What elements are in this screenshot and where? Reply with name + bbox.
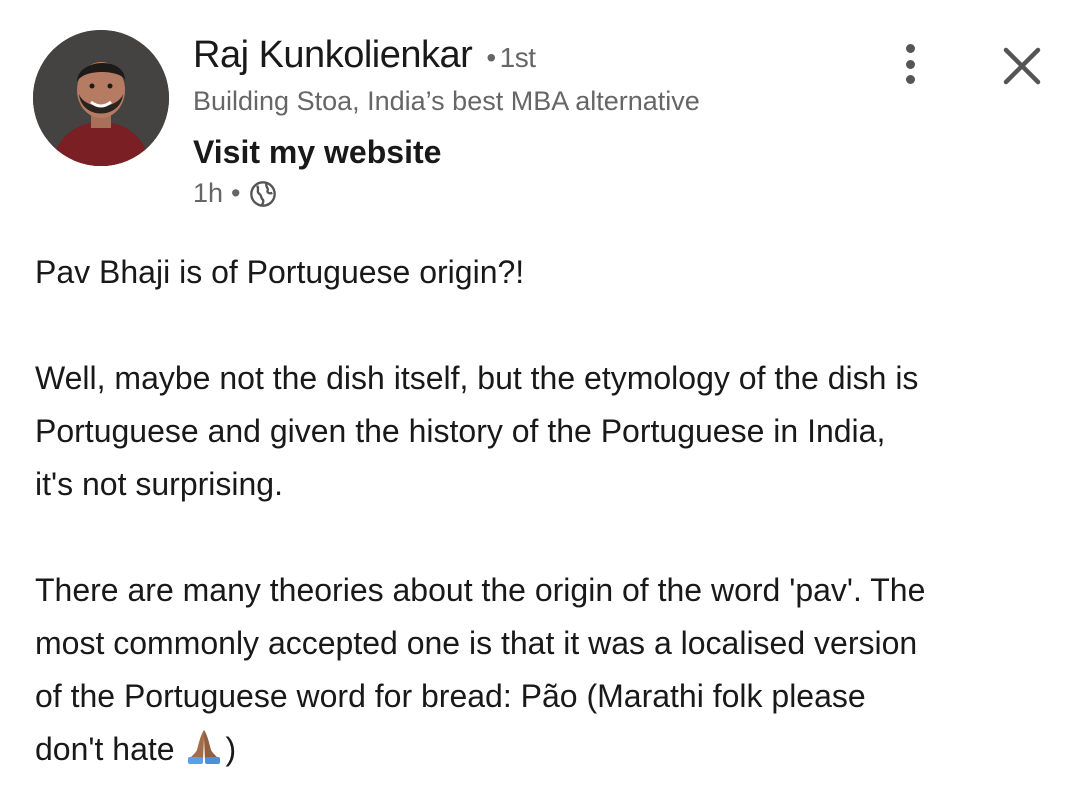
post-paragraph-3-end: ) <box>225 731 237 767</box>
post-time: 1h <box>193 178 224 208</box>
folded-hands-emoji <box>183 724 225 766</box>
more-vertical-icon <box>905 44 915 53</box>
post-paragraph-1: Pav Bhaji is of Portuguese origin?! <box>35 254 525 290</box>
author-name[interactable]: Raj Kunkolienkar <box>193 34 473 76</box>
avatar-photo <box>33 30 169 166</box>
meta-separator: • <box>231 178 241 208</box>
close-button[interactable] <box>1000 44 1044 88</box>
author-avatar[interactable] <box>33 30 169 166</box>
post-paragraph-3: There are many theories about the origin… <box>35 564 1055 776</box>
more-options-button[interactable] <box>892 40 928 88</box>
post-body: Pav Bhaji is of Portuguese origin?! Well… <box>35 246 1055 811</box>
post-detail-view: Raj Kunkolienkar • 1st Building Stoa, Ind… <box>0 0 1080 811</box>
visit-website-link[interactable]: Visit my website <box>193 134 441 171</box>
author-headline: Building Stoa, India’s best MBA alternat… <box>193 86 700 116</box>
degree-separator: • <box>486 42 496 73</box>
post-paragraph-2: Well, maybe not the dish itself, but the… <box>35 360 919 502</box>
degree-label: 1st <box>499 42 536 73</box>
post-meta: 1h • <box>193 178 277 209</box>
author-name-row[interactable]: Raj Kunkolienkar • 1st <box>193 34 536 77</box>
connection-degree: • 1st <box>486 42 536 73</box>
close-icon <box>1003 47 1041 85</box>
globe-icon <box>249 180 277 208</box>
post-paragraph-3-text: There are many theories about the origin… <box>35 572 926 767</box>
